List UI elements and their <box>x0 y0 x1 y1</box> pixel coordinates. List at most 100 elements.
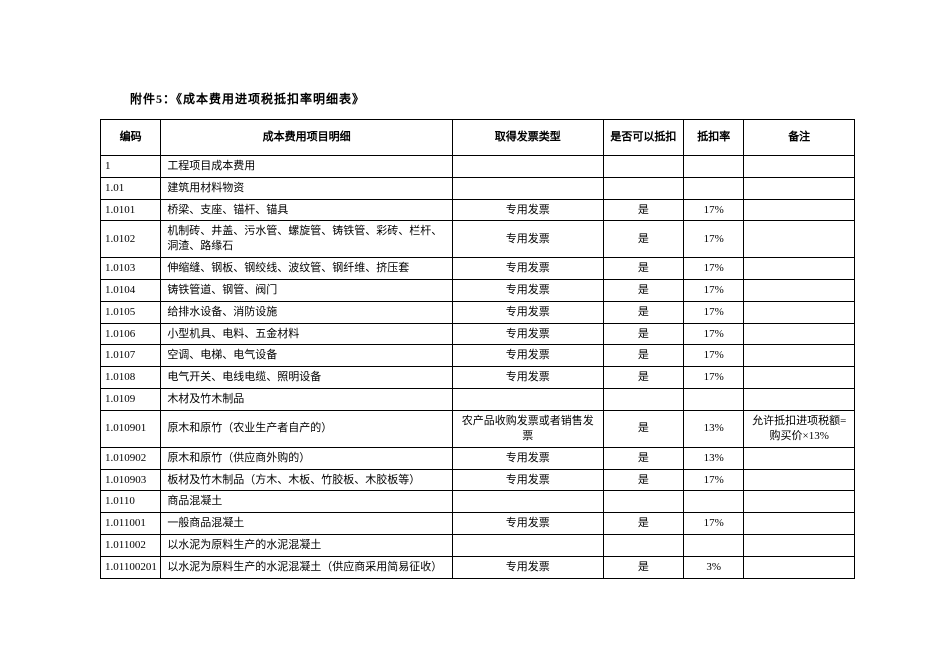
cell-invoice: 农产品收购发票或者销售发票 <box>452 410 603 447</box>
cell-item: 铸铁管道、钢管、阀门 <box>161 279 453 301</box>
cell-invoice: 专用发票 <box>452 279 603 301</box>
cell-rate: 17% <box>684 323 744 345</box>
table-row: 1.0107空调、电梯、电气设备专用发票是17% <box>101 345 855 367</box>
cell-invoice <box>452 177 603 199</box>
table-row: 1.0106小型机具、电料、五金材料专用发票是17% <box>101 323 855 345</box>
cell-invoice: 专用发票 <box>452 258 603 280</box>
header-item: 成本费用项目明细 <box>161 120 453 156</box>
cell-invoice: 专用发票 <box>452 221 603 258</box>
cell-remark <box>744 199 855 221</box>
cell-code: 1.0105 <box>101 301 161 323</box>
cell-item: 以水泥为原料生产的水泥混凝土 <box>161 535 453 557</box>
cell-remark <box>744 323 855 345</box>
cell-code: 1.0104 <box>101 279 161 301</box>
page-title: 附件5：《成本费用进项税抵扣率明细表》 <box>130 90 855 107</box>
cell-invoice: 专用发票 <box>452 513 603 535</box>
cell-code: 1.010903 <box>101 469 161 491</box>
cell-remark <box>744 301 855 323</box>
cell-code: 1.011002 <box>101 535 161 557</box>
cell-remark <box>744 258 855 280</box>
cell-item: 桥梁、支座、锚杆、锚具 <box>161 199 453 221</box>
cell-remark <box>744 513 855 535</box>
table-row: 1.010903板材及竹木制品（方木、木板、竹胶板、木胶板等）专用发票是17% <box>101 469 855 491</box>
table-header-row: 编码 成本费用项目明细 取得发票类型 是否可以抵扣 抵扣率 备注 <box>101 120 855 156</box>
cell-invoice: 专用发票 <box>452 323 603 345</box>
cell-invoice: 专用发票 <box>452 301 603 323</box>
cell-deduct: 是 <box>603 513 683 535</box>
cell-remark <box>744 177 855 199</box>
cell-item: 给排水设备、消防设施 <box>161 301 453 323</box>
cell-invoice: 专用发票 <box>452 556 603 578</box>
header-code: 编码 <box>101 120 161 156</box>
cell-remark <box>744 345 855 367</box>
table-row: 1.01建筑用材料物资 <box>101 177 855 199</box>
cell-rate: 17% <box>684 279 744 301</box>
table-row: 1.0102机制砖、井盖、污水管、螺旋管、铸铁管、彩砖、栏杆、洞渣、路缘石专用发… <box>101 221 855 258</box>
cell-item: 小型机具、电料、五金材料 <box>161 323 453 345</box>
table-row: 1.01100201以水泥为原料生产的水泥混凝土（供应商采用简易征收）专用发票是… <box>101 556 855 578</box>
cell-item: 板材及竹木制品（方木、木板、竹胶板、木胶板等） <box>161 469 453 491</box>
cell-remark <box>744 491 855 513</box>
cell-deduct: 是 <box>603 345 683 367</box>
table-body: 1工程项目成本费用1.01建筑用材料物资1.0101桥梁、支座、锚杆、锚具专用发… <box>101 155 855 578</box>
cell-item: 电气开关、电线电缆、照明设备 <box>161 367 453 389</box>
cell-item: 原木和原竹（供应商外购的） <box>161 447 453 469</box>
cell-remark <box>744 447 855 469</box>
table-row: 1.0104铸铁管道、钢管、阀门专用发票是17% <box>101 279 855 301</box>
cell-code: 1.01100201 <box>101 556 161 578</box>
cell-code: 1.0102 <box>101 221 161 258</box>
cell-item: 木材及竹木制品 <box>161 389 453 411</box>
cell-item: 建筑用材料物资 <box>161 177 453 199</box>
document-page: 附件5：《成本费用进项税抵扣率明细表》 编码 成本费用项目明细 取得发票类型 是… <box>0 0 945 579</box>
cell-deduct <box>603 389 683 411</box>
cell-deduct: 是 <box>603 447 683 469</box>
cell-code: 1.0108 <box>101 367 161 389</box>
cell-deduct <box>603 155 683 177</box>
cell-rate: 13% <box>684 410 744 447</box>
header-invoice: 取得发票类型 <box>452 120 603 156</box>
cell-invoice: 专用发票 <box>452 199 603 221</box>
header-remark: 备注 <box>744 120 855 156</box>
cell-deduct: 是 <box>603 279 683 301</box>
cell-code: 1.010902 <box>101 447 161 469</box>
cell-remark: 允许抵扣进项税额=购买价×13% <box>744 410 855 447</box>
cell-item: 原木和原竹（农业生产者自产的） <box>161 410 453 447</box>
cell-remark <box>744 367 855 389</box>
header-rate: 抵扣率 <box>684 120 744 156</box>
cell-item: 以水泥为原料生产的水泥混凝土（供应商采用简易征收） <box>161 556 453 578</box>
table-row: 1.0109木材及竹木制品 <box>101 389 855 411</box>
cell-remark <box>744 279 855 301</box>
table-row: 1.0101桥梁、支座、锚杆、锚具专用发票是17% <box>101 199 855 221</box>
cell-invoice: 专用发票 <box>452 469 603 491</box>
cell-code: 1.01 <box>101 177 161 199</box>
table-row: 1.0105给排水设备、消防设施专用发票是17% <box>101 301 855 323</box>
cell-invoice: 专用发票 <box>452 447 603 469</box>
cell-rate <box>684 535 744 557</box>
cell-rate: 17% <box>684 345 744 367</box>
cell-rate: 17% <box>684 258 744 280</box>
cell-deduct: 是 <box>603 556 683 578</box>
table-row: 1.0110商品混凝土 <box>101 491 855 513</box>
cell-deduct: 是 <box>603 301 683 323</box>
table-row: 1.011002以水泥为原料生产的水泥混凝土 <box>101 535 855 557</box>
cell-remark <box>744 556 855 578</box>
cell-code: 1.0109 <box>101 389 161 411</box>
table-row: 1工程项目成本费用 <box>101 155 855 177</box>
table-row: 1.0108电气开关、电线电缆、照明设备专用发票是17% <box>101 367 855 389</box>
cell-code: 1 <box>101 155 161 177</box>
cell-rate: 17% <box>684 199 744 221</box>
cell-remark <box>744 389 855 411</box>
cell-item: 一般商品混凝土 <box>161 513 453 535</box>
cell-code: 1.0106 <box>101 323 161 345</box>
cell-deduct: 是 <box>603 221 683 258</box>
cell-code: 1.0107 <box>101 345 161 367</box>
table-row: 1.010902原木和原竹（供应商外购的）专用发票是13% <box>101 447 855 469</box>
cell-remark <box>744 469 855 491</box>
cell-deduct: 是 <box>603 258 683 280</box>
cell-code: 1.0110 <box>101 491 161 513</box>
cell-remark <box>744 221 855 258</box>
cell-deduct: 是 <box>603 469 683 491</box>
cell-item: 商品混凝土 <box>161 491 453 513</box>
cell-item: 工程项目成本费用 <box>161 155 453 177</box>
header-deduct: 是否可以抵扣 <box>603 120 683 156</box>
